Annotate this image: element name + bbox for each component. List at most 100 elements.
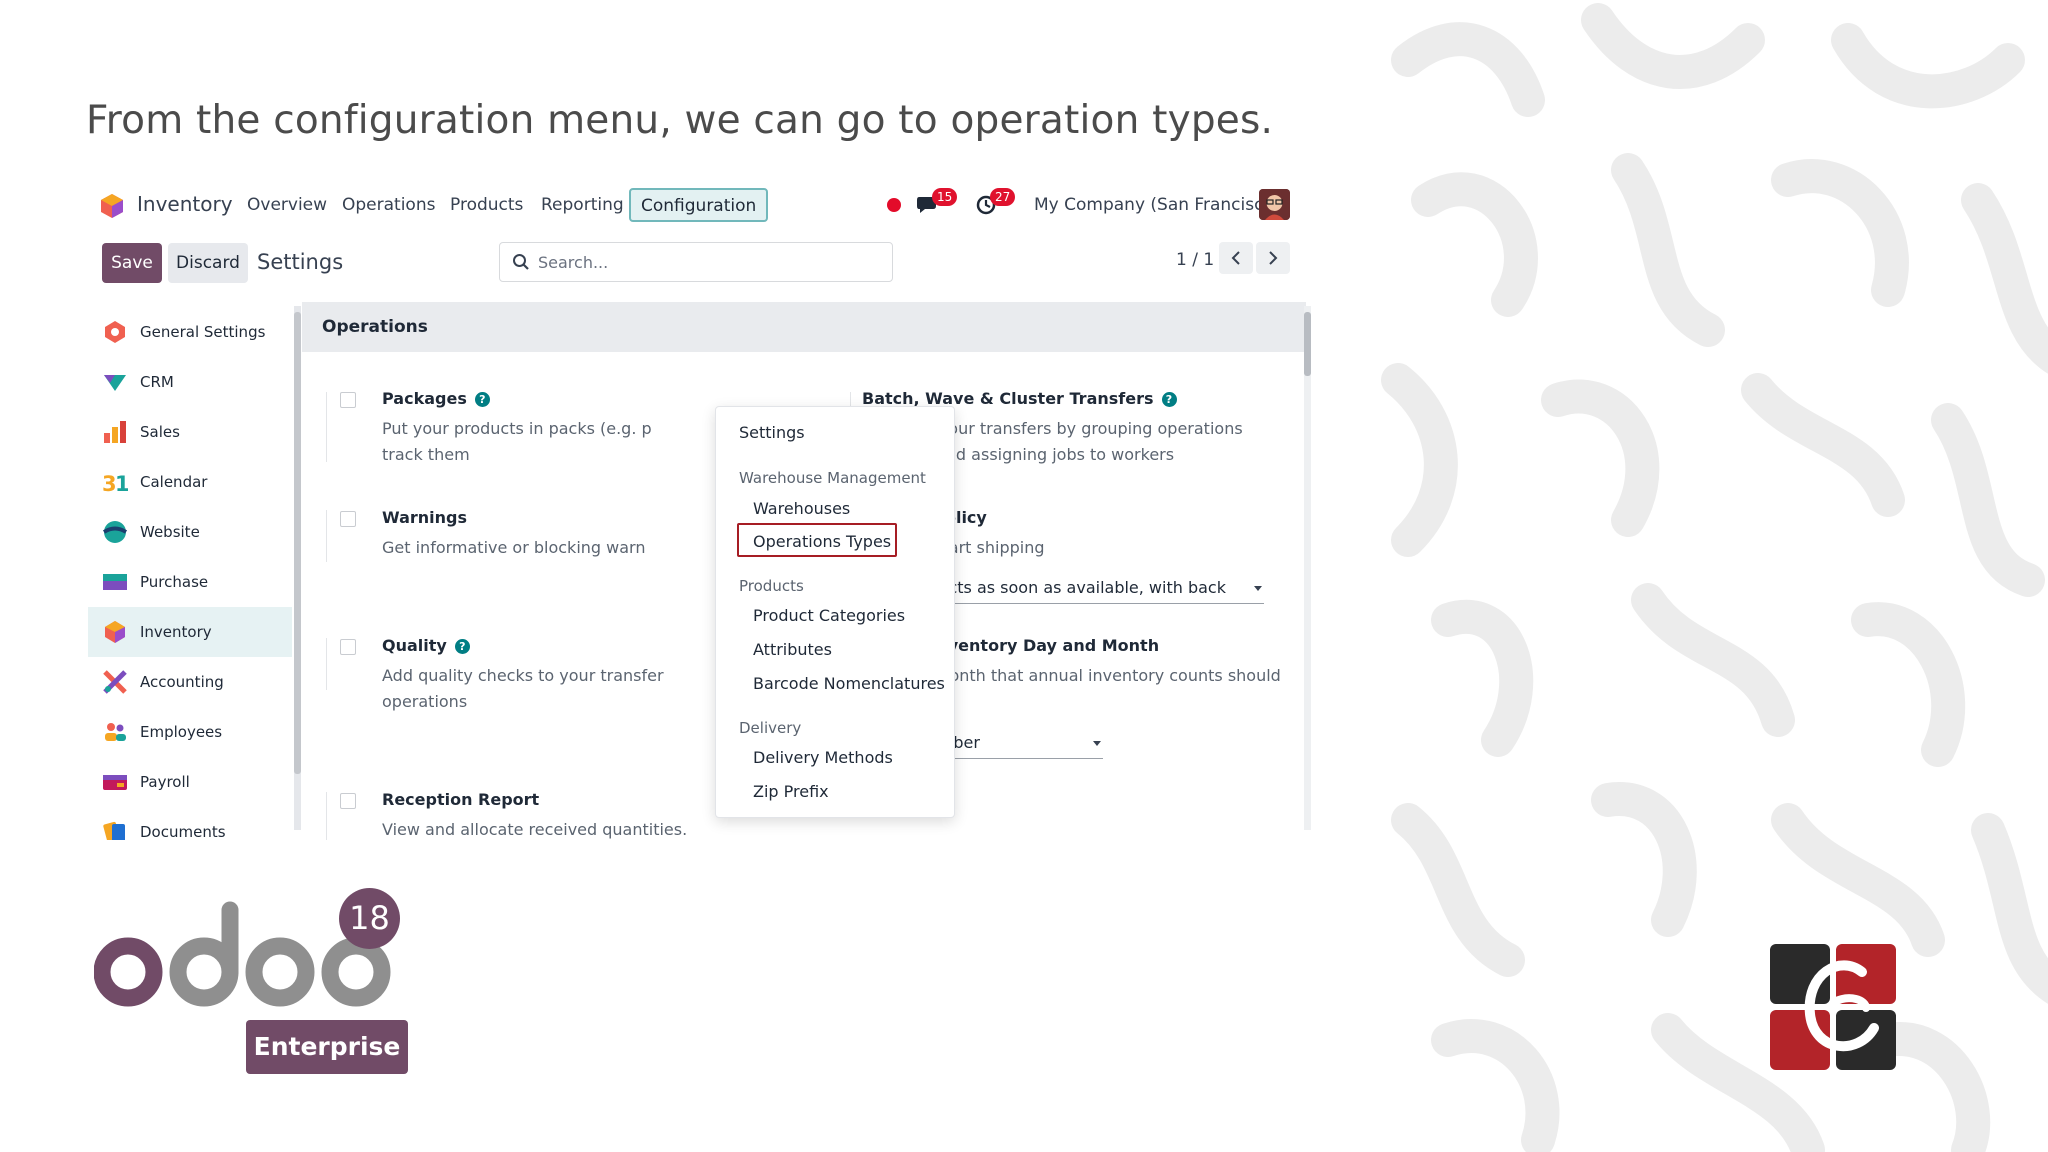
quality-checkbox[interactable] — [340, 639, 356, 655]
section-title: Operations — [322, 317, 428, 337]
company-switcher[interactable]: My Company (San Francisco) — [1034, 195, 1280, 215]
inventory-icon — [105, 621, 125, 643]
sidebar-item-purchase[interactable]: Purchase — [88, 557, 292, 607]
dropdown-header-products: Products — [739, 577, 804, 595]
sidebar-item-website[interactable]: Website — [88, 507, 292, 557]
setting-name: Packages — [382, 389, 467, 408]
user-avatar[interactable] — [1259, 189, 1290, 220]
sidebar-item-label: Employees — [140, 723, 223, 741]
separator — [326, 510, 327, 562]
section-header: Operations — [302, 302, 1306, 352]
chevron-left-icon — [1231, 251, 1240, 265]
sidebar-item-label: General Settings — [140, 323, 266, 341]
dropdown-header-warehouse: Warehouse Management — [739, 469, 926, 487]
website-icon — [102, 521, 128, 543]
sidebar-item-crm[interactable]: CRM — [88, 357, 292, 407]
sidebar-item-label: Inventory — [140, 623, 212, 641]
setting-quality: Quality? Add quality checks to your tran… — [340, 636, 740, 711]
documents-icon — [103, 821, 125, 840]
messages-badge: 15 — [932, 188, 958, 206]
app-brand[interactable]: Inventory — [137, 192, 233, 216]
dropdown-item-zip-prefix[interactable]: Zip Prefix — [753, 782, 829, 801]
sidebar-item-label: Website — [140, 523, 200, 541]
setting-description: Put your products in packs (e.g. p — [382, 419, 652, 438]
separator — [326, 792, 327, 840]
separator — [326, 638, 327, 690]
settings-sidebar: General Settings CRM Sales 31 Calendar W… — [88, 302, 292, 840]
dropdown-item-operations-types[interactable]: Operations Types — [753, 532, 891, 551]
help-icon[interactable]: ? — [474, 392, 490, 407]
sidebar-item-label: Payroll — [140, 773, 190, 791]
help-icon[interactable]: ? — [1161, 392, 1177, 407]
odoo-app-window: Inventory Overview Operations Products R… — [86, 180, 1312, 840]
dropdown-item-delivery-methods[interactable]: Delivery Methods — [753, 748, 893, 767]
search-icon — [513, 254, 529, 270]
pager-previous-button[interactable] — [1219, 242, 1253, 274]
sidebar-item-label: Accounting — [140, 673, 224, 691]
sidebar-item-sales[interactable]: Sales — [88, 407, 292, 457]
setting-packages: Packages? Put your products in packs (e.… — [340, 389, 740, 469]
enterprise-badge: Enterprise — [246, 1020, 408, 1074]
payroll-icon — [103, 775, 127, 790]
dropdown-item-product-categories[interactable]: Product Categories — [753, 606, 905, 625]
search-placeholder: Search... — [538, 253, 609, 272]
packages-checkbox[interactable] — [340, 392, 356, 408]
purchase-icon — [103, 574, 127, 590]
sidebar-item-label: Sales — [140, 423, 180, 441]
menu-overview[interactable]: Overview — [247, 195, 327, 215]
company-logo — [1770, 944, 1896, 1070]
dropdown-item-settings[interactable]: Settings — [739, 423, 805, 442]
sidebar-scrollbar-thumb[interactable] — [294, 312, 301, 774]
content-scrollbar[interactable] — [1304, 306, 1311, 830]
setting-description: Get informative or blocking warn — [382, 538, 646, 557]
configuration-dropdown: Settings Warehouse Management Warehouses… — [715, 406, 955, 818]
dropdown-item-warehouses[interactable]: Warehouses — [753, 499, 850, 518]
save-button[interactable]: Save — [102, 243, 162, 283]
setting-description: track them — [382, 445, 470, 464]
sidebar-item-employees[interactable]: Employees — [88, 707, 292, 757]
search-input[interactable]: Search... — [499, 242, 893, 282]
sidebar-item-label: Calendar — [140, 473, 208, 491]
discard-button[interactable]: Discard — [168, 243, 248, 283]
recording-indicator-icon — [887, 198, 901, 212]
sidebar-item-label: Purchase — [140, 573, 209, 591]
caret-down-icon — [1254, 586, 1262, 591]
sidebar-item-label: Documents — [140, 823, 226, 840]
separator — [326, 392, 327, 462]
setting-description: Add quality checks to your transfer oper… — [382, 666, 664, 711]
menu-reporting[interactable]: Reporting — [541, 195, 624, 215]
top-navbar: Inventory Overview Operations Products R… — [86, 180, 1312, 230]
breadcrumb: Settings — [257, 250, 344, 274]
sidebar-item-documents[interactable]: Documents — [88, 807, 292, 840]
setting-description: View and allocate received quantities. — [382, 820, 688, 839]
dropdown-item-attributes[interactable]: Attributes — [753, 640, 832, 659]
setting-warnings: Warnings Get informative or blocking war… — [340, 508, 740, 568]
svg-text:1: 1 — [115, 472, 128, 495]
sidebar-item-payroll[interactable]: Payroll — [88, 757, 292, 807]
setting-reception-report: Reception Report View and allocate recei… — [340, 790, 740, 840]
pager-next-button[interactable] — [1256, 242, 1290, 274]
sidebar-item-calendar[interactable]: 31 Calendar — [88, 457, 292, 507]
reception-report-checkbox[interactable] — [340, 793, 356, 809]
content-scrollbar-thumb[interactable] — [1304, 312, 1311, 376]
activities-badge: 27 — [990, 188, 1016, 206]
dropdown-header-delivery: Delivery — [739, 719, 802, 737]
help-icon[interactable]: ? — [454, 639, 470, 654]
inventory-app-icon[interactable] — [100, 193, 124, 219]
sidebar-item-inventory[interactable]: Inventory — [88, 607, 292, 657]
chevron-right-icon — [1269, 251, 1278, 265]
general-settings-icon — [105, 321, 125, 343]
calendar-icon: 31 — [102, 472, 128, 495]
sidebar-item-accounting[interactable]: Accounting — [88, 657, 292, 707]
warnings-checkbox[interactable] — [340, 511, 356, 527]
setting-name: Warnings — [382, 508, 468, 527]
sidebar-item-general-settings[interactable]: General Settings — [88, 307, 292, 357]
caret-down-icon — [1093, 741, 1101, 746]
menu-products[interactable]: Products — [450, 195, 523, 215]
menu-configuration[interactable]: Configuration — [629, 188, 769, 222]
setting-name: Quality — [382, 636, 447, 655]
sales-icon — [104, 421, 126, 443]
dropdown-item-barcode-nomenclatures[interactable]: Barcode Nomenclatures — [753, 674, 945, 693]
setting-name: Reception Report — [382, 790, 540, 809]
menu-operations[interactable]: Operations — [342, 195, 435, 215]
